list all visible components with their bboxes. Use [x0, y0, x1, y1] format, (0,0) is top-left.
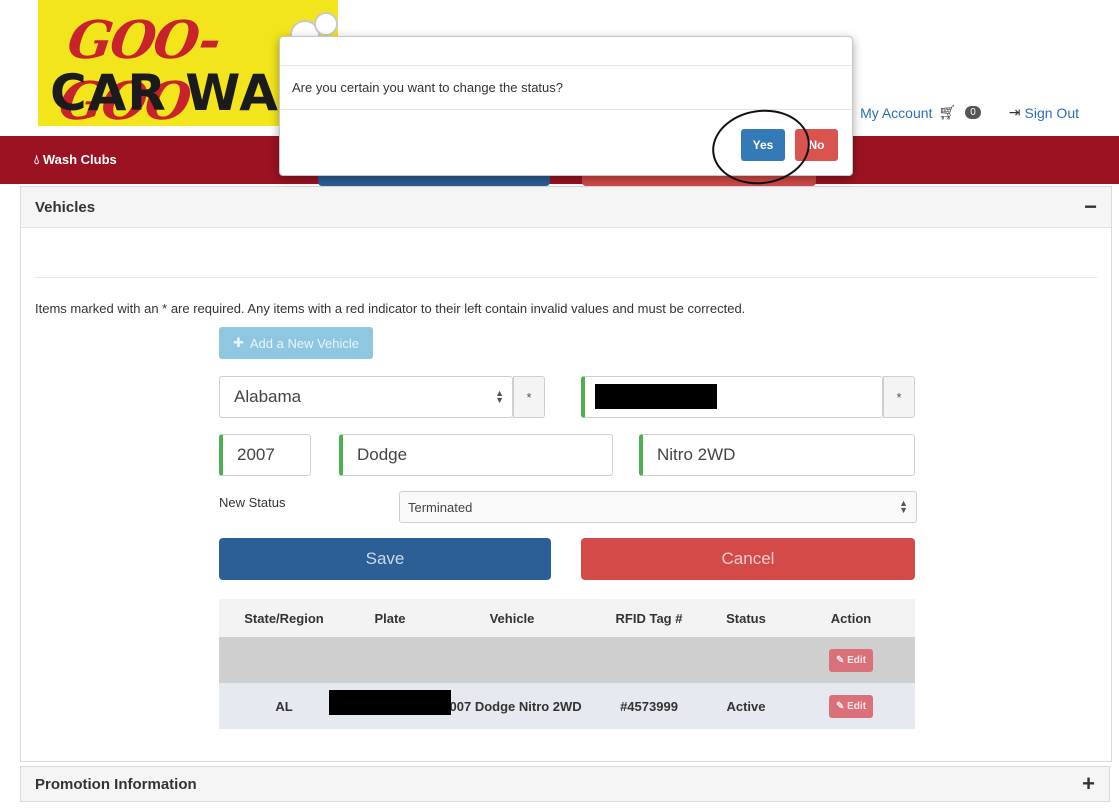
add-vehicle-label: Add a New Vehicle	[249, 335, 360, 351]
table-row: AL 2007 Dodge Nitro 2WD #4573999 Active …	[219, 683, 915, 729]
column-header: State/Region	[219, 599, 349, 637]
top-nav: y | My Account 🛒︎ 0 ⇥ Sign Out	[837, 104, 1079, 121]
vehicles-panel: Vehicles − Items marked with an * are re…	[20, 186, 1112, 762]
save-button[interactable]: Save	[219, 538, 551, 580]
column-header: Action	[787, 599, 915, 637]
wash-clubs-label: Wash Clubs	[42, 152, 117, 167]
cell-vehicle	[431, 637, 593, 683]
nav-item-wash-clubs[interactable]: 💧︎ Wash Clubs	[34, 152, 117, 168]
form-instructions: Items marked with an * are required. Any…	[35, 301, 746, 316]
status-select-value: Terminated	[408, 499, 473, 515]
edit-button[interactable]: ✎ Edit	[828, 648, 874, 672]
state-value: Alabama	[234, 387, 302, 406]
vehicles-panel-header[interactable]: Vehicles −	[21, 187, 1111, 228]
plate-redaction	[595, 384, 717, 409]
cell-action: ✎ Edit	[787, 637, 915, 683]
state-required-marker: *	[513, 376, 545, 418]
cell-plate	[329, 683, 451, 729]
select-arrows-icon: ▲ ▼	[495, 388, 504, 405]
cell-vehicle: 2007 Dodge Nitro 2WD	[431, 683, 593, 729]
model-input[interactable]: Nitro 2WD	[639, 434, 915, 476]
sign-out-icon: ⇥	[1008, 104, 1021, 120]
cancel-button[interactable]: Cancel	[581, 538, 915, 580]
year-input[interactable]: 2007	[219, 434, 311, 476]
plate-redaction	[329, 690, 451, 715]
table-header-row: State/Region Plate Vehicle RFID Tag # St…	[219, 599, 915, 637]
droplet-icon: 💧︎	[34, 152, 40, 167]
divider	[35, 277, 1097, 278]
column-header: Vehicle	[431, 599, 593, 637]
state-select[interactable]: Alabama ▲ ▼	[219, 376, 513, 418]
select-arrows-icon: ▲ ▼	[899, 498, 908, 515]
edit-label: Edit	[847, 654, 867, 666]
edit-icon: ✎	[835, 654, 845, 666]
logo-word-text: CAR WAS	[50, 64, 316, 122]
add-vehicle-button[interactable]: ✚ Add a New Vehicle	[219, 327, 373, 359]
cell-plate	[349, 637, 431, 683]
edit-label: Edit	[847, 700, 867, 712]
cell-rfid	[593, 637, 705, 683]
logo-bubble	[314, 12, 338, 36]
table-row: ✎ Edit	[219, 637, 915, 683]
vehicles-table: State/Region Plate Vehicle RFID Tag # St…	[219, 599, 915, 729]
edit-icon: ✎	[835, 700, 845, 712]
plus-icon: ✚	[232, 335, 244, 350]
make-input[interactable]: Dodge	[339, 434, 613, 476]
cart-count-badge: 0	[965, 106, 981, 119]
cell-status: Active	[705, 683, 787, 729]
promotion-panel-header[interactable]: Promotion Information +	[20, 766, 1110, 802]
cell-state	[219, 637, 349, 683]
status-select[interactable]: Terminated ▲ ▼	[399, 491, 917, 523]
column-header: Plate	[349, 599, 431, 637]
column-header: RFID Tag #	[593, 599, 705, 637]
modal-message: Are you certain you want to change the s…	[280, 66, 852, 110]
cell-action: ✎ Edit	[787, 683, 915, 729]
cell-rfid: #4573999	[593, 683, 705, 729]
my-account-link[interactable]: My Account	[860, 105, 932, 121]
vehicles-title: Vehicles	[35, 198, 96, 216]
promotion-title: Promotion Information	[35, 775, 197, 793]
cell-status	[705, 637, 787, 683]
cart-icon[interactable]: 🛒︎	[938, 104, 956, 121]
edit-button[interactable]: ✎ Edit	[828, 694, 874, 718]
modal-header	[280, 37, 852, 66]
status-label: New Status	[219, 495, 286, 510]
plate-required-marker: *	[883, 376, 915, 418]
collapse-icon[interactable]: −	[1084, 194, 1097, 220]
sign-out-link[interactable]: ⇥ Sign Out	[1009, 104, 1079, 121]
expand-icon[interactable]: +	[1082, 771, 1095, 797]
column-header: Status	[705, 599, 787, 637]
sign-out-label: Sign Out	[1024, 104, 1079, 121]
